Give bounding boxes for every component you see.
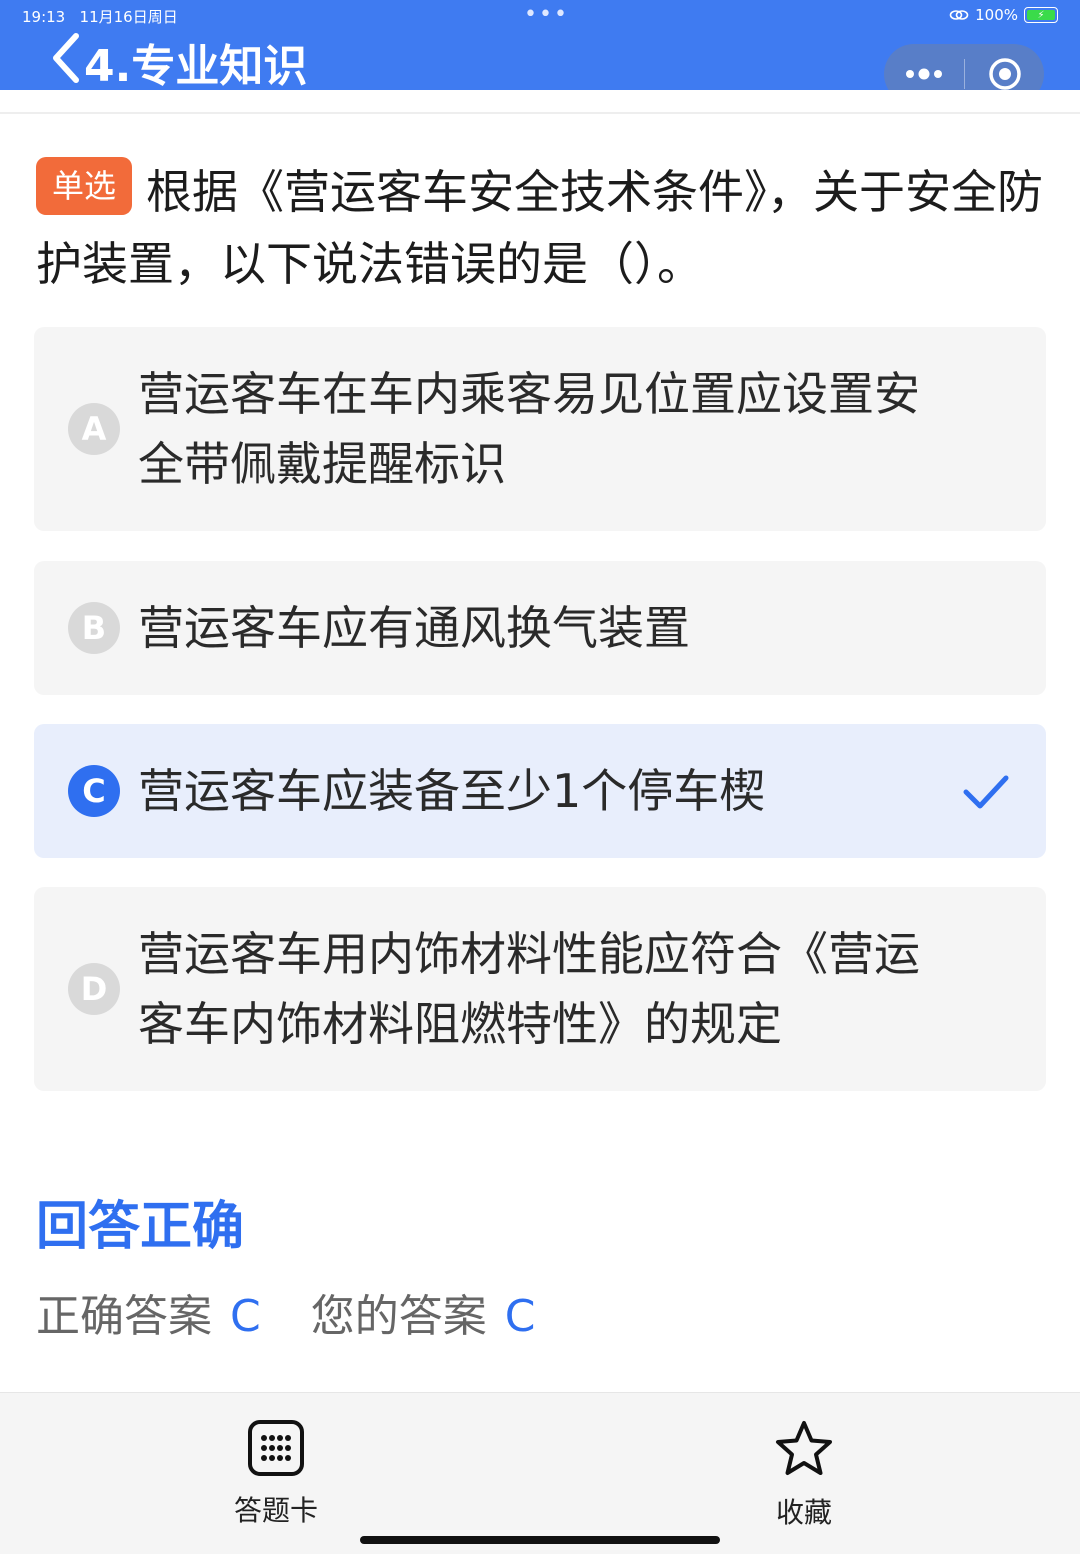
check-icon [963,775,1009,809]
option-text: 营运客车应有通风换气装置 [138,601,690,655]
home-indicator[interactable] [360,1536,720,1544]
option-text: 营运客车应装备至少1个停车楔 [138,764,766,818]
option-d[interactable]: D 营运客车用内饰材料性能应符合《营运客车内饰材料阻燃特性》的规定 [34,887,1046,1091]
your-answer: 您的答案 C [310,1291,536,1342]
back-arrow-icon[interactable] [48,32,88,84]
option-a[interactable]: A 营运客车在车内乘客易见位置应设置安全带佩戴提醒标识 [34,327,1046,531]
link-icon [949,10,969,20]
option-letter-badge: C [68,765,120,817]
answer-card-button[interactable]: 答题卡 [196,1419,356,1529]
option-c[interactable]: C 营运客车应装备至少1个停车楔 [34,724,1046,858]
status-right: 100% ⚡ [949,6,1058,24]
option-letter-badge: A [68,403,120,455]
bottom-toolbar: 答题卡 收藏 [0,1392,1080,1554]
option-b[interactable]: B 营运客车应有通风换气装置 [34,561,1046,695]
question-stem: 单选 根据《营运客车安全技术条件》，关于安全防护装置，以下说法错误的是（）。 [36,156,1046,300]
star-icon [776,1421,832,1475]
header-divider [0,90,1080,114]
option-letter-badge: D [68,963,120,1015]
question-type-tag: 单选 [36,157,133,215]
question-text: 根据《营运客车安全技术条件》，关于安全防护装置，以下说法错误的是（）。 [36,165,1044,291]
option-letter-badge: B [68,602,120,654]
answer-card-label: 答题卡 [233,1494,318,1527]
favorite-button[interactable]: 收藏 [724,1419,884,1531]
page-title: 4.专业知识 [84,41,308,92]
multitask-dots[interactable]: ••• [524,2,569,27]
grid-card-icon [248,1420,304,1476]
battery-percent: 100% [975,6,1018,24]
answer-summary: 正确答案 C 您的答案 C [36,1280,535,1344]
favorite-label: 收藏 [775,1496,832,1529]
option-text: 营运客车在车内乘客易见位置应设置安全带佩戴提醒标识 [138,367,920,491]
status-time: 19:13 11月16日周日 [22,8,178,26]
correct-answer: 正确答案 C [36,1291,261,1342]
battery-icon: ⚡ [1024,7,1058,23]
more-dots-icon [906,68,942,80]
result-title: 回答正确 [36,1197,245,1257]
target-close-icon [988,58,1021,90]
option-text: 营运客车用内饰材料性能应符合《营运客车内饰材料阻燃特性》的规定 [138,927,920,1051]
app-header: 19:13 11月16日周日 ••• 100% ⚡ 4.专业知识 [0,0,1080,104]
